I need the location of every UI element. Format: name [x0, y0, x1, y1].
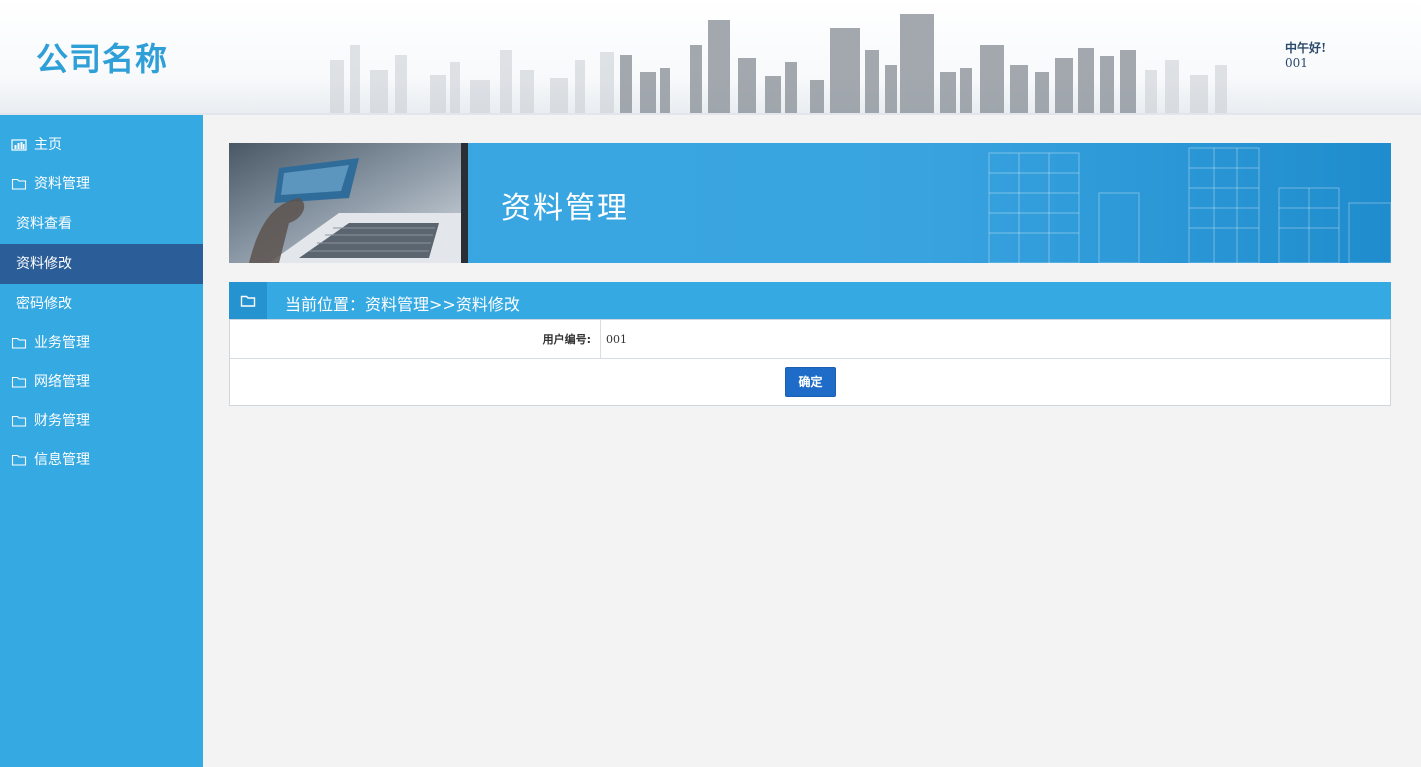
greeting-text: 中午好!: [1285, 41, 1327, 55]
user-id-value: 001: [606, 333, 627, 346]
sidebar-item-label: 资料修改: [16, 256, 72, 272]
sidebar-item-label: 资料查看: [16, 216, 72, 232]
sidebar-item-business-management[interactable]: 业务管理: [0, 323, 203, 363]
breadcrumb-icon-box: [229, 282, 267, 320]
sidebar-item-password-change[interactable]: 密码修改: [0, 284, 203, 324]
user-greeting: 中午好! 001: [1285, 39, 1326, 70]
folder-icon: [240, 295, 256, 307]
laptop-card-photo: [229, 143, 468, 263]
sidebar-item-label: 资料管理: [34, 176, 90, 192]
profile-edit-form: 用户编号: 001 确定: [229, 319, 1391, 406]
current-user-id: 001: [1285, 56, 1308, 70]
breadcrumb-text: 当前位置：资料管理>>资料修改: [285, 295, 520, 314]
breadcrumb: 当前位置：资料管理>>资料修改: [229, 282, 1391, 320]
city-skyline-image: [330, 14, 1227, 113]
page-banner: 资料管理: [229, 143, 1391, 263]
folder-icon: [11, 376, 27, 388]
sidebar-item-information-management[interactable]: 信息管理: [0, 440, 203, 480]
folder-icon: [11, 454, 27, 466]
building-wireframe-decoration: [988, 147, 1391, 263]
bar-chart-icon: [11, 139, 27, 151]
folder-icon: [11, 178, 27, 190]
sidebar-item-profile-management[interactable]: 资料管理: [0, 164, 203, 204]
user-id-label: 用户编号:: [230, 320, 601, 359]
folder-icon: [11, 415, 27, 427]
sidebar: 主页 资料管理 资料查看 资料修改 密码修改 业务管理 网络管理 财务管理 信息…: [0, 115, 203, 767]
sidebar-item-label: 主页: [34, 137, 62, 153]
company-logo: 公司名称: [36, 40, 169, 78]
sidebar-item-home[interactable]: 主页: [0, 125, 203, 165]
sidebar-item-finance-management[interactable]: 财务管理: [0, 401, 203, 441]
confirm-button[interactable]: 确定: [785, 367, 836, 397]
sidebar-item-profile-edit[interactable]: 资料修改: [0, 244, 203, 284]
sidebar-item-label: 业务管理: [34, 335, 90, 351]
sidebar-item-profile-view[interactable]: 资料查看: [0, 204, 203, 244]
folder-icon: [11, 337, 27, 349]
sidebar-item-label: 网络管理: [34, 374, 90, 390]
sidebar-item-label: 信息管理: [34, 452, 90, 468]
sidebar-item-label: 密码修改: [16, 296, 72, 312]
form-row-user-id: 用户编号: 001: [230, 320, 1390, 359]
header: 公司名称 中午好! 001: [0, 0, 1421, 115]
banner-title: 资料管理: [501, 191, 629, 226]
sidebar-item-label: 财务管理: [34, 413, 90, 429]
sidebar-item-network-management[interactable]: 网络管理: [0, 362, 203, 402]
